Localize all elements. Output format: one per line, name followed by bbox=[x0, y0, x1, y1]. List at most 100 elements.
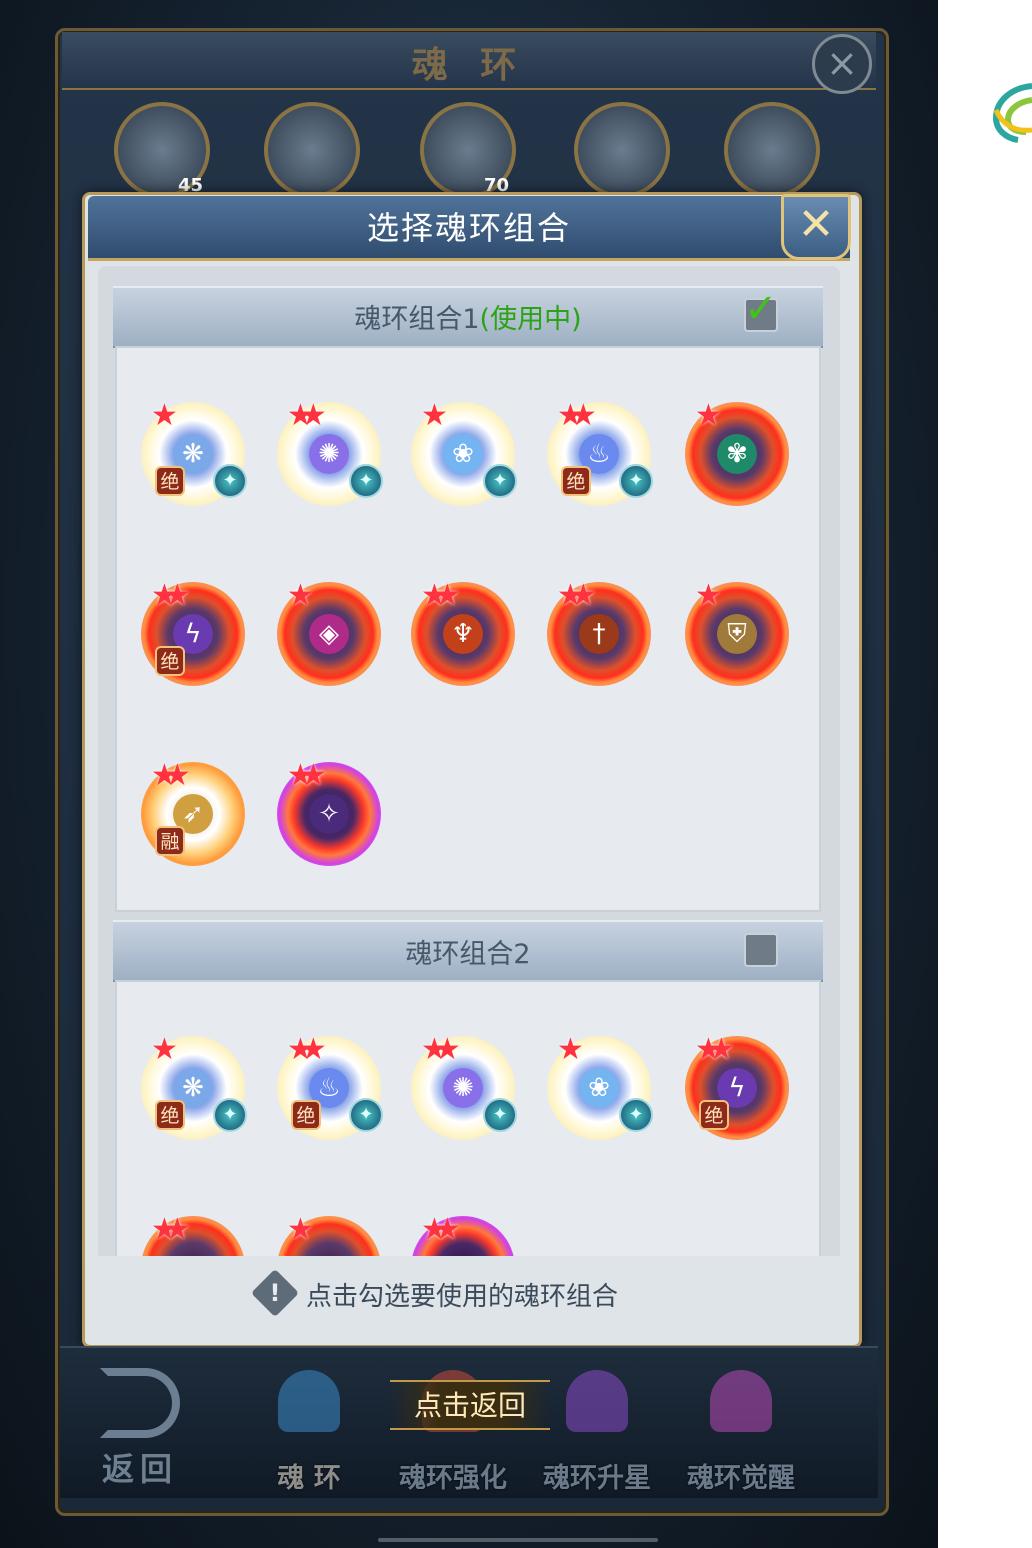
element-icon: ✦ bbox=[213, 1098, 247, 1132]
ring-core-icon: ✺ bbox=[309, 434, 349, 474]
star-icon: ★★ bbox=[557, 578, 597, 613]
ring-core-icon: ✧ bbox=[309, 794, 349, 834]
ring-core-icon: ◈ bbox=[309, 614, 349, 654]
star-icon: ★ bbox=[695, 398, 722, 433]
hero-portrait[interactable] bbox=[724, 102, 820, 198]
soul-ring-title: 魂 环 bbox=[411, 44, 527, 86]
dialog-close-button[interactable]: ✕ bbox=[781, 194, 851, 260]
star-icon: ★★ bbox=[421, 1212, 461, 1247]
soul-ring[interactable]: ✺ ★★ ✦ bbox=[277, 398, 383, 506]
hero-portrait[interactable]: 45 bbox=[114, 102, 210, 198]
star-icon: ★ bbox=[421, 398, 448, 433]
soul-ring[interactable]: ✾ ★ bbox=[685, 398, 789, 506]
group1-status: (使用中) bbox=[479, 304, 582, 335]
home-indicator bbox=[378, 1538, 658, 1542]
element-icon: ✦ bbox=[349, 1098, 383, 1132]
soul-ring[interactable]: ♨ ★★ 绝 ✦ bbox=[547, 398, 653, 506]
star-icon: ★ bbox=[287, 578, 314, 613]
element-icon: ✦ bbox=[619, 1098, 653, 1132]
group2-ring-grid: ❋ ★ 绝 ✦ ♨ ★★ 绝 ✦ ✺ ★★ ✦ ❀ ★ ✦ ϟ ★★ 绝 ★★ bbox=[115, 980, 821, 1256]
jue-badge: 绝 bbox=[155, 646, 185, 676]
soul-ring[interactable]: ★ bbox=[277, 1212, 381, 1256]
soul-ring[interactable]: ★★ bbox=[411, 1212, 515, 1256]
soul-ring[interactable]: ϟ ★★ 绝 bbox=[685, 1032, 789, 1140]
tab-star-up[interactable]: 魂环升星 bbox=[532, 1370, 662, 1494]
star-icon: ★ bbox=[695, 578, 722, 613]
group1-name: 魂环组合1 bbox=[354, 304, 480, 335]
soul-ring[interactable]: ➶ ★★ 融 bbox=[141, 758, 245, 866]
hero-portrait[interactable] bbox=[264, 102, 360, 198]
soul-ring[interactable]: ❀ ★ ✦ bbox=[547, 1032, 653, 1140]
ring-core-icon: ❀ bbox=[579, 1068, 619, 1108]
jue-badge: 绝 bbox=[155, 466, 185, 496]
element-icon: ✦ bbox=[619, 464, 653, 498]
app-logo-icon bbox=[992, 83, 1032, 143]
tab-soul-ring[interactable]: 魂 环 bbox=[244, 1370, 374, 1494]
soul-ring[interactable]: ϟ ★★ 绝 bbox=[141, 578, 245, 686]
tab-label: 魂环升星 bbox=[543, 1463, 651, 1494]
pink-crystal-icon bbox=[710, 1370, 772, 1432]
star-icon: ★★ bbox=[557, 398, 597, 433]
jue-badge: 绝 bbox=[155, 1100, 185, 1130]
soul-ring[interactable]: ❀ ★ ✦ bbox=[411, 398, 517, 506]
panel-close-button[interactable]: × bbox=[812, 34, 872, 94]
return-arrow-icon[interactable] bbox=[100, 1368, 180, 1438]
hero-portrait[interactable] bbox=[574, 102, 670, 198]
hint-text: 点击勾选要使用的魂环组合 bbox=[306, 1282, 619, 1312]
group1-label: 魂环组合1(使用中) bbox=[113, 297, 823, 336]
soul-ring[interactable]: ❋ ★ 绝 ✦ bbox=[141, 398, 247, 506]
checkmark-icon: ✓ bbox=[744, 286, 778, 332]
star-icon: ★ bbox=[557, 1032, 584, 1067]
soul-ring[interactable]: ◈ ★ bbox=[277, 578, 381, 686]
star-icon: ★ bbox=[287, 1212, 314, 1247]
star-icon: ★ bbox=[151, 1032, 178, 1067]
hero-portrait[interactable]: 70 bbox=[420, 102, 516, 198]
game-screen: 魂 环 × 45 70 选择魂环组合 ✕ 魂环组合1(使用中) ✓ ❋ ★ 绝 … bbox=[0, 0, 938, 1548]
blue-crystal-icon bbox=[278, 1370, 340, 1432]
dialog-title: 选择魂环组合 bbox=[366, 209, 571, 247]
jue-badge: 绝 bbox=[561, 466, 591, 496]
tab-label: 魂环觉醒 bbox=[687, 1463, 795, 1494]
soul-ring[interactable]: ★★ bbox=[141, 1212, 245, 1256]
star-icon: ★★ bbox=[287, 758, 327, 793]
group2-checkbox[interactable] bbox=[744, 933, 778, 967]
ring-core-icon: ♆ bbox=[443, 614, 483, 654]
soul-ring[interactable]: † ★★ bbox=[547, 578, 651, 686]
star-icon: ★★ bbox=[151, 758, 191, 793]
star-icon: ★ bbox=[151, 398, 178, 433]
back-button[interactable]: 返回 bbox=[102, 1444, 178, 1490]
tab-label: 魂 环 bbox=[277, 1463, 341, 1494]
star-icon: ★★ bbox=[287, 1032, 327, 1067]
rong-badge: 融 bbox=[155, 826, 185, 856]
tab-awaken[interactable]: 魂环觉醒 bbox=[676, 1370, 806, 1494]
soul-ring[interactable]: ⛨ ★ bbox=[685, 578, 789, 686]
star-icon: ★★ bbox=[421, 578, 461, 613]
ring-core-icon: ⛨ bbox=[717, 614, 757, 654]
element-icon: ✦ bbox=[483, 1098, 517, 1132]
group1-ring-grid: ❋ ★ 绝 ✦ ✺ ★★ ✦ ❀ ★ ✦ ♨ ★★ 绝 ✦ ✾ ★ ϟ ★★ 绝… bbox=[115, 346, 821, 912]
click-back-label: 点击返回 bbox=[413, 1389, 526, 1422]
ring-core-icon: ✾ bbox=[717, 434, 757, 474]
ring-core-icon: † bbox=[579, 614, 619, 654]
ring-core-icon: ✺ bbox=[443, 1068, 483, 1108]
tab-label: 魂环强化 bbox=[399, 1463, 507, 1494]
ring-core-icon: ❀ bbox=[443, 434, 483, 474]
star-icon: ★★ bbox=[151, 578, 191, 613]
star-icon: ★★ bbox=[421, 1032, 461, 1067]
star-icon: ★★ bbox=[151, 1212, 191, 1247]
element-icon: ✦ bbox=[213, 464, 247, 498]
purple-crystal-icon bbox=[566, 1370, 628, 1432]
warning-icon: ! bbox=[250, 1268, 300, 1318]
soul-ring[interactable]: ✺ ★★ ✦ bbox=[411, 1032, 517, 1140]
soul-ring[interactable]: ✧ ★★ bbox=[277, 758, 381, 866]
group1-checkbox[interactable]: ✓ bbox=[744, 286, 778, 332]
soul-ring[interactable]: ♨ ★★ 绝 ✦ bbox=[277, 1032, 383, 1140]
soul-ring[interactable]: ♆ ★★ bbox=[411, 578, 515, 686]
soul-ring[interactable]: ❋ ★ 绝 ✦ bbox=[141, 1032, 247, 1140]
element-icon: ✦ bbox=[349, 464, 383, 498]
jue-badge: 绝 bbox=[291, 1100, 321, 1130]
jue-badge: 绝 bbox=[699, 1100, 729, 1130]
star-icon: ★★ bbox=[287, 398, 327, 433]
star-icon: ★★ bbox=[695, 1032, 735, 1067]
group2-label: 魂环组合2 bbox=[405, 939, 531, 970]
